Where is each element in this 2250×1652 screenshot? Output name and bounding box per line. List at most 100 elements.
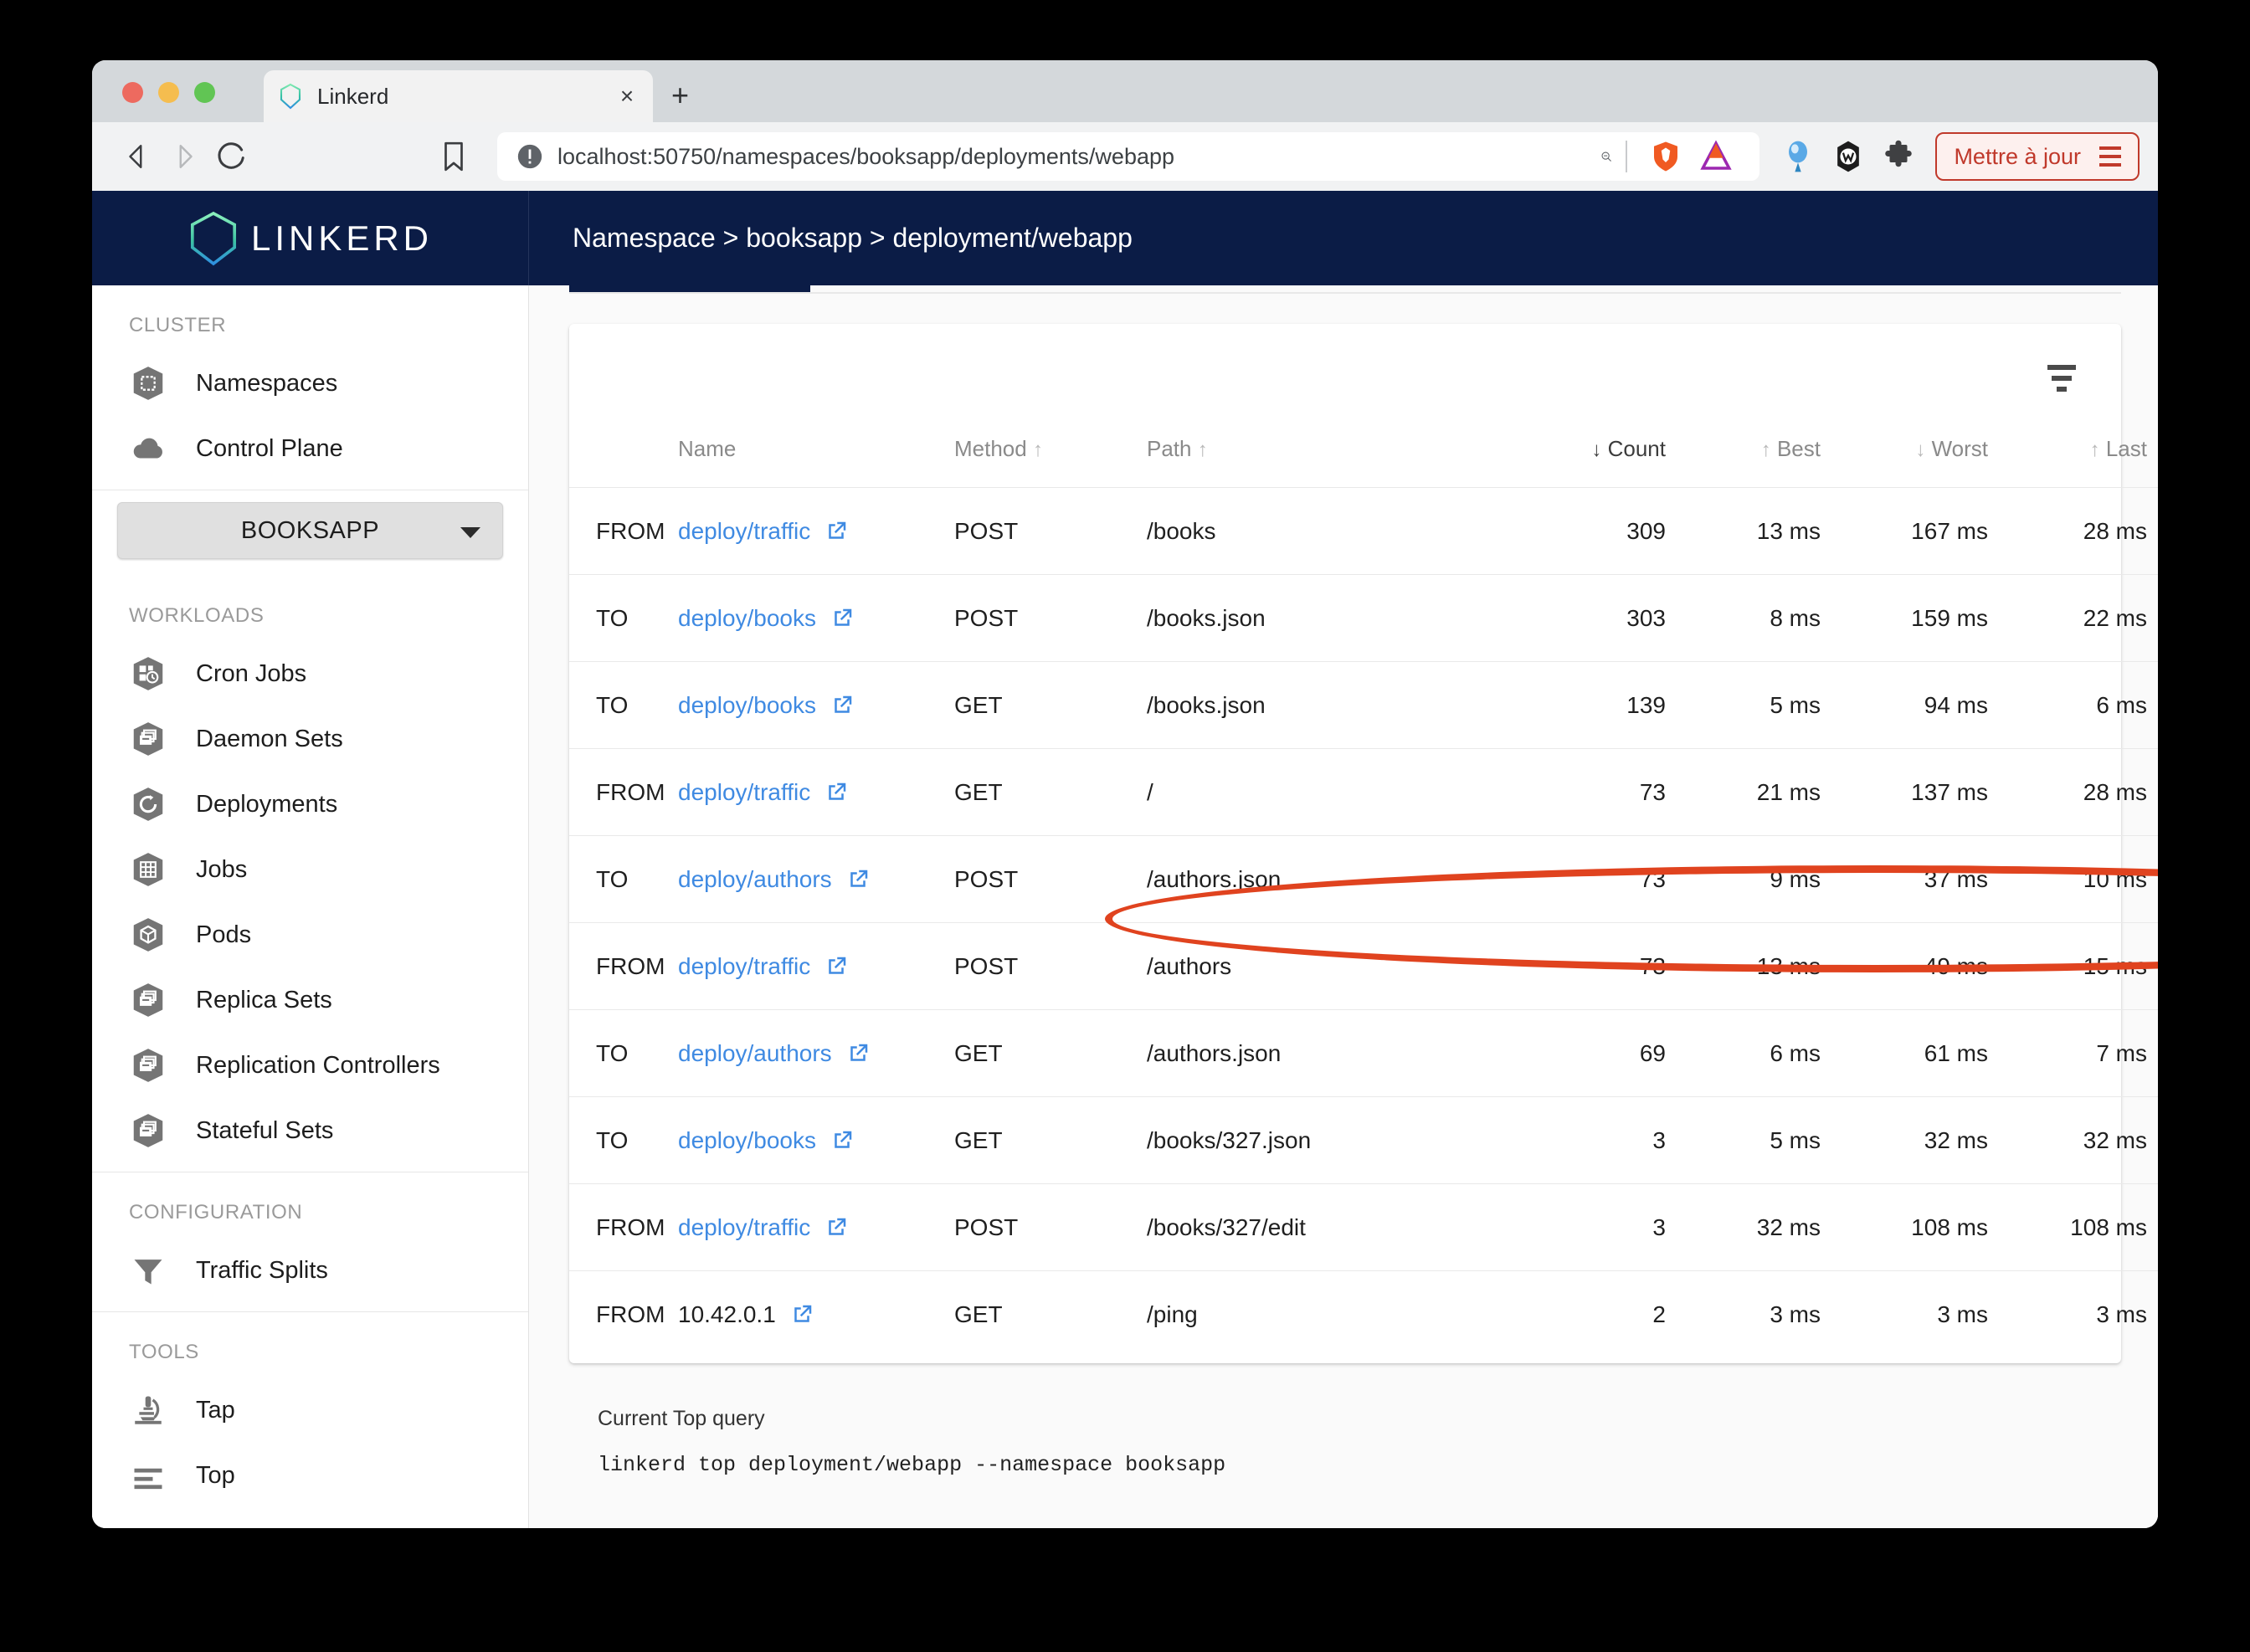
resource-link[interactable]: deploy/traffic: [678, 953, 810, 980]
table-row[interactable]: TO deploy/books POST /books.json 303 8 m…: [569, 574, 2158, 662]
browser-tab-title: Linkerd: [317, 83, 389, 109]
cell-count: 309: [1498, 487, 1666, 575]
resource-link[interactable]: deploy/books: [678, 692, 816, 719]
column-header-path[interactable]: Path ↑: [1147, 433, 1498, 488]
sidebar-item-label: Daemon Sets: [196, 725, 343, 752]
external-link-icon[interactable]: [830, 1128, 855, 1153]
table-row[interactable]: TO deploy/authors GET /authors.json 69 6…: [569, 1009, 2158, 1097]
app-brand-text: LINKERD: [250, 218, 434, 258]
sidebar-group-workloads: BOOKSAPP WORKLOADS Cron Jobs Daemon Sets Dep…: [92, 502, 528, 1172]
external-link-icon[interactable]: [824, 780, 849, 805]
external-link-icon[interactable]: [789, 1302, 814, 1327]
sidebar-item-label: Control Plane: [196, 434, 343, 462]
cell-last: 108 ms: [1988, 1183, 2147, 1271]
wappalyzer-extension-icon[interactable]: [1823, 131, 1873, 182]
brave-shields-icon[interactable]: [1641, 131, 1691, 182]
address-bar-text[interactable]: localhost:50750/namespaces/booksapp/depl…: [557, 144, 1174, 170]
resource-link[interactable]: deploy/traffic: [678, 518, 810, 545]
cell-method: POST: [954, 835, 1147, 923]
cloud-icon: [129, 429, 167, 468]
sidebar-item-label: Traffic Splits: [196, 1256, 328, 1284]
window-close-button[interactable]: [122, 82, 143, 103]
sidebar-item-cron-jobs[interactable]: Cron Jobs: [92, 641, 528, 706]
puzzle-extensions-icon[interactable]: [1873, 131, 1924, 182]
table-row[interactable]: FROM deploy/traffic POST /authors 73 13 …: [569, 922, 2158, 1010]
sidebar-item-traffic-splits[interactable]: Traffic Splits: [92, 1238, 528, 1303]
column-header-best[interactable]: ↑ Best: [1666, 433, 1821, 488]
external-link-icon[interactable]: [824, 1215, 849, 1240]
sidebar-item-tap[interactable]: Tap: [92, 1378, 528, 1443]
bookmark-button[interactable]: [430, 133, 477, 180]
forward-button[interactable]: [161, 133, 208, 180]
external-link-icon[interactable]: [824, 954, 849, 979]
resource-link[interactable]: deploy/traffic: [678, 1214, 810, 1241]
sidebar-item-replication-controllers[interactable]: Replication Controllers: [92, 1033, 528, 1098]
resource-link[interactable]: deploy/traffic: [678, 779, 810, 806]
sidebar-item-label: Deployments: [196, 790, 338, 818]
zoom-out-icon[interactable]: [1584, 142, 1612, 171]
update-browser-button[interactable]: Mettre à jour: [1935, 132, 2140, 181]
info-circle-icon[interactable]: [516, 142, 544, 171]
column-header-success_rate[interactable]: ↑ Success Rate: [2147, 433, 2158, 488]
column-header-last[interactable]: ↑ Last: [1988, 433, 2147, 488]
table-row[interactable]: FROM deploy/traffic POST /books/327/edit…: [569, 1183, 2158, 1271]
cell-worst: 61 ms: [1821, 1009, 1988, 1097]
hamburger-menu-icon[interactable]: [2099, 146, 2121, 167]
sidebar-item-jobs[interactable]: Jobs: [92, 837, 528, 902]
back-button[interactable]: [114, 133, 161, 180]
current-top-query-code: linkerd top deployment/webapp --namespac…: [598, 1452, 1226, 1477]
window-maximize-button[interactable]: [194, 82, 215, 103]
blue-pin-extension-icon[interactable]: [1773, 131, 1823, 182]
resource-link[interactable]: deploy/books: [678, 1127, 816, 1154]
resource-link[interactable]: deploy/books: [678, 605, 816, 632]
column-header-count[interactable]: ↓ Count: [1498, 433, 1666, 488]
external-link-icon[interactable]: [830, 606, 855, 631]
column-header-worst[interactable]: ↓ Worst: [1821, 433, 1988, 488]
column-header-label: Method: [954, 436, 1027, 461]
k8s-cronjob-icon: [129, 654, 167, 693]
table-row[interactable]: FROM deploy/traffic POST /books 309 13 m…: [569, 487, 2158, 575]
resource-link[interactable]: deploy/authors: [678, 1040, 832, 1067]
new-tab-button[interactable]: +: [671, 80, 689, 110]
sidebar-item-deployments[interactable]: Deployments: [92, 772, 528, 837]
table-row[interactable]: FROM deploy/traffic GET / 73 21 ms 137 m…: [569, 748, 2158, 836]
table-row[interactable]: TO deploy/books GET /books.json 139 5 ms…: [569, 661, 2158, 749]
table-row[interactable]: TO deploy/authors POST /authors.json 73 …: [569, 835, 2158, 923]
close-icon[interactable]: ×: [614, 85, 640, 108]
brave-rewards-triangle-icon[interactable]: [1691, 131, 1741, 182]
cell-name: deploy/authors: [678, 1009, 954, 1097]
cell-success-rate: 47.85%: [2147, 574, 2158, 662]
table-row[interactable]: FROM 10.42.0.1 GET /ping 2 3 ms 3 ms 3 m…: [569, 1270, 2158, 1358]
browser-tab[interactable]: Linkerd ×: [264, 70, 653, 122]
reload-button[interactable]: [208, 133, 254, 180]
external-link-icon[interactable]: [845, 867, 871, 892]
cell-method: GET: [954, 748, 1147, 836]
window-minimize-button[interactable]: [158, 82, 179, 103]
sidebar-item-control-plane[interactable]: Control Plane: [92, 416, 528, 481]
external-link-icon[interactable]: [830, 693, 855, 718]
sidebar-item-replica-sets[interactable]: Replica Sets: [92, 967, 528, 1033]
chevron-down-icon[interactable]: [460, 527, 480, 538]
sidebar-item-top[interactable]: Top: [92, 1443, 528, 1508]
sidebar-item-daemon-sets[interactable]: Daemon Sets: [92, 706, 528, 772]
cell-direction: FROM: [569, 922, 678, 1010]
cell-worst: 94 ms: [1821, 661, 1988, 749]
cell-name: deploy/books: [678, 661, 954, 749]
column-header-name[interactable]: Name: [678, 433, 954, 488]
cell-count: 73: [1498, 748, 1666, 836]
external-link-icon[interactable]: [824, 519, 849, 544]
app-brand[interactable]: LINKERD: [92, 191, 529, 285]
sidebar-item-namespaces[interactable]: Namespaces: [92, 351, 528, 416]
cell-name: deploy/traffic: [678, 487, 954, 575]
resource-link[interactable]: deploy/authors: [678, 866, 832, 893]
filter-list-icon[interactable]: [2047, 365, 2076, 392]
table-row[interactable]: TO deploy/books GET /books/327.json 3 5 …: [569, 1096, 2158, 1184]
address-bar[interactable]: localhost:50750/namespaces/booksapp/depl…: [497, 131, 1760, 182]
sidebar-item-stateful-sets[interactable]: Stateful Sets: [92, 1098, 528, 1163]
chevron-right-icon: [179, 145, 193, 168]
namespace-selector[interactable]: BOOKSAPP: [117, 502, 503, 559]
column-header-method[interactable]: Method ↑: [954, 433, 1147, 488]
external-link-icon[interactable]: [845, 1041, 871, 1066]
cell-last: 6 ms: [1988, 661, 2147, 749]
sidebar-item-pods[interactable]: Pods: [92, 902, 528, 967]
